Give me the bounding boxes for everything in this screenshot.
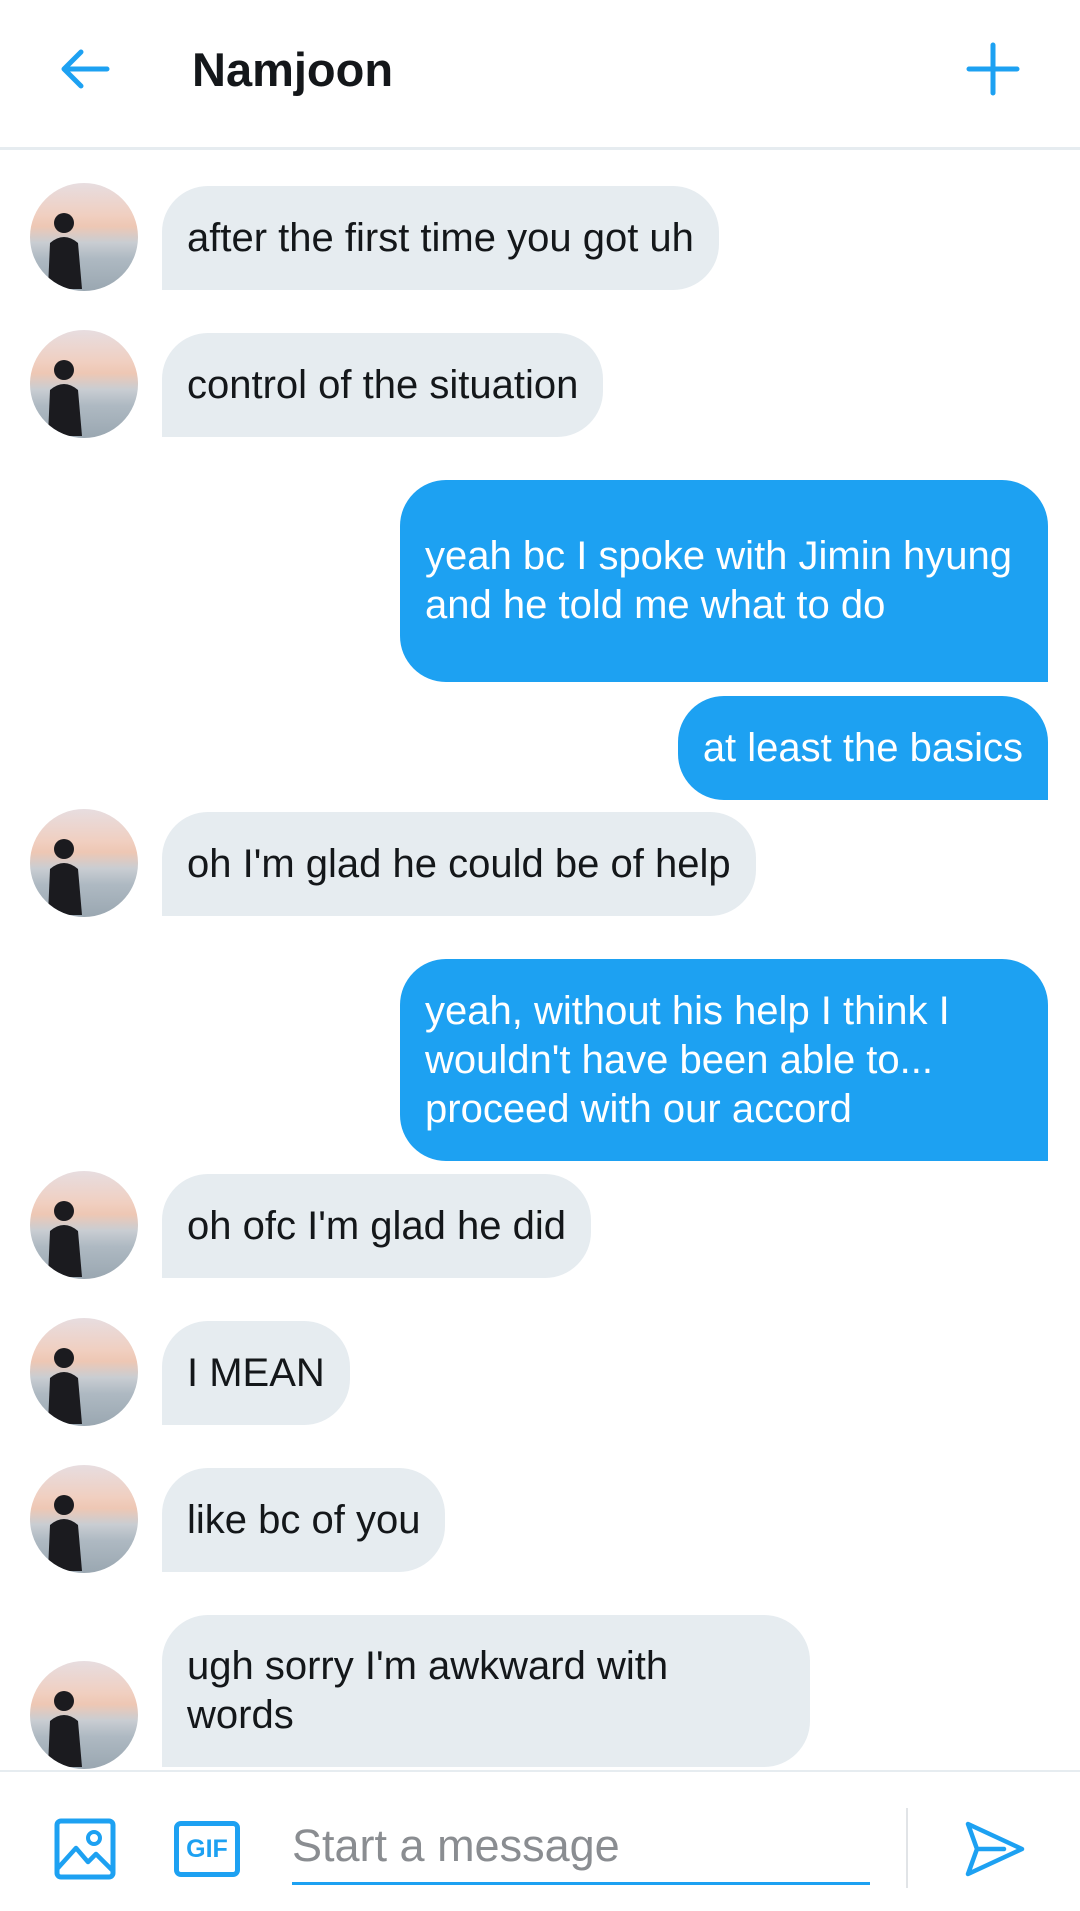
avatar[interactable] [30,330,138,438]
back-button[interactable] [52,36,118,102]
conversation-header: Namjoon [0,0,1080,150]
gif-label: GIF [186,1834,228,1863]
person-silhouette [48,1495,82,1571]
message-text: oh I'm glad he could be of help [187,841,731,886]
arrow-left-icon [61,49,110,89]
message-text: yeah bc I spoke with Jimin hyung and he … [425,534,1012,627]
avatar[interactable] [30,183,138,291]
message-bubble-outgoing[interactable]: yeah, without his help I think I wouldn'… [400,959,1048,1161]
message-input[interactable] [292,1810,870,1885]
message-bubble-incoming[interactable]: oh ofc I'm glad he did [162,1174,591,1278]
message-composer: GIF [0,1770,1080,1911]
avatar[interactable] [30,1318,138,1426]
message-text: at least the basics [702,725,1023,770]
message-text: oh ofc I'm glad he did [187,1203,566,1248]
avatar[interactable] [30,1171,138,1279]
person-silhouette [48,1348,82,1424]
message-text: like bc of you [187,1497,421,1542]
message-bubble-incoming[interactable]: oh I'm glad he could be of help [162,812,756,916]
image-icon [54,1818,116,1880]
new-message-button[interactable] [960,36,1026,102]
message-text: I MEAN [187,1350,325,1395]
message-text: after the first time you got uh [187,215,694,260]
message-text: ugh sorry I'm awkward with words [187,1644,669,1737]
message-bubble-incoming[interactable]: I MEAN [162,1321,350,1425]
avatar[interactable] [30,1465,138,1573]
send-button[interactable] [964,1818,1026,1880]
avatar[interactable] [30,809,138,917]
add-media-button[interactable] [54,1818,116,1880]
message-bubble-incoming[interactable]: control of the situation [162,333,604,437]
gif-button[interactable]: GIF [174,1821,240,1877]
message-text: yeah, without his help I think I wouldn'… [425,988,950,1131]
person-silhouette [48,1201,82,1277]
person-silhouette [48,1691,82,1767]
message-list[interactable]: after the first time you got uh control … [0,150,1080,1770]
message-bubble-incoming[interactable]: ugh sorry I'm awkward with words [162,1615,810,1767]
message-text: control of the situation [187,362,579,407]
message-bubble-incoming[interactable]: like bc of you [162,1468,446,1572]
conversation-title: Namjoon [192,43,394,96]
divider [906,1808,908,1888]
message-bubble-outgoing[interactable]: at least the basics [677,696,1048,800]
send-icon [965,1821,1025,1877]
avatar[interactable] [30,1661,138,1769]
person-silhouette [48,360,82,436]
message-bubble-outgoing[interactable]: yeah bc I spoke with Jimin hyung and he … [400,480,1048,682]
message-bubble-incoming[interactable]: after the first time you got uh [162,186,719,290]
plus-icon [966,42,1020,96]
person-silhouette [48,213,82,289]
person-silhouette [48,839,82,915]
